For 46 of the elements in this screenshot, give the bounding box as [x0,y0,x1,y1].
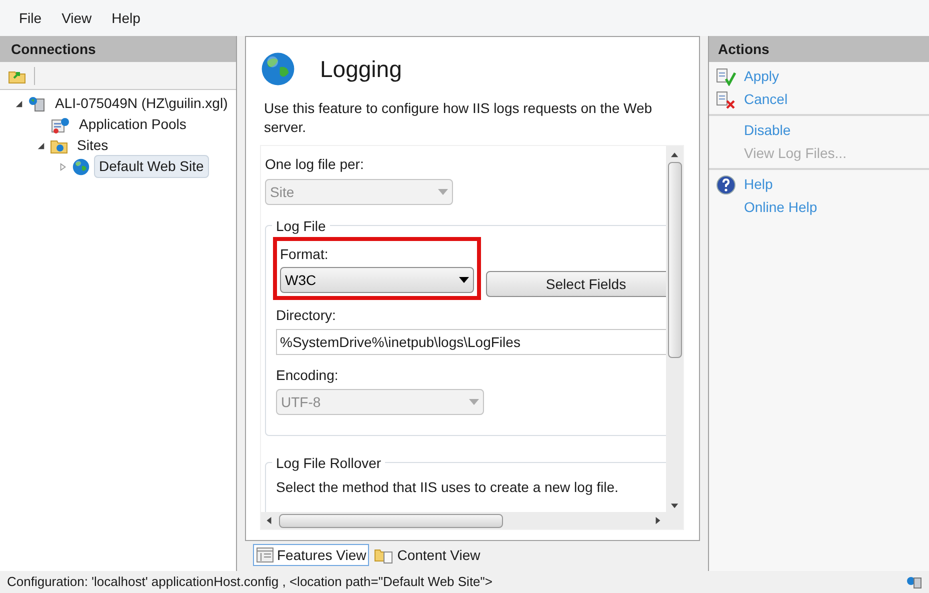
globe-icon [260,51,296,87]
field-label: Format: [280,245,330,264]
group-description: Select the method that IIS uses to create a new log file. [276,478,620,497]
globe-icon [72,158,90,176]
page-title: Logging [320,54,402,84]
scrollbar-thumb[interactable] [279,514,503,528]
caret-icon [459,277,469,283]
menu-item[interactable]: Help [112,8,140,28]
scrollbar-thumb[interactable] [668,162,682,358]
document-check-icon [716,68,736,86]
feature-description: Use this feature to configure how IIS logs requests on the Web server. [263,99,654,137]
collapse-icon[interactable] [15,100,23,108]
panel-header: Actions [709,36,929,62]
select-fields-button[interactable]: Select Fields [486,271,666,297]
menu-item[interactable]: View [62,8,92,28]
expand-icon[interactable] [59,162,67,170]
caret-icon [438,189,448,195]
status-text: Configuration: 'localhost' applicationHost.config , <location path="Default Web Site"> [7,573,492,592]
view-tab[interactable]: Features View [253,544,370,566]
horizontal-scrollbar[interactable] [261,512,666,529]
folder-icon [50,138,68,154]
caret-icon [469,399,479,405]
panel-header: Connections [0,36,236,62]
field-label: One log file per: [265,155,365,174]
scroll-right-icon[interactable] [654,516,662,524]
document-x-icon [716,90,736,108]
tree-item[interactable]: Application Pools [74,113,192,136]
pools-icon [50,116,70,134]
field-label: Directory: [276,306,337,325]
field-label: Encoding: [276,366,340,385]
tree-item[interactable]: Sites [72,134,114,157]
tree-item[interactable]: Default Web Site [94,155,209,178]
directory-field[interactable]: %SystemDrive%\inetpub\logs\LogFiles [276,329,666,355]
tree-item[interactable]: ALI-075049N (HZ\guilin.xgl) [50,92,233,115]
scroll-left-icon[interactable] [265,516,273,524]
view-tab[interactable]: Content View [371,544,484,566]
menu-item[interactable]: File [19,8,42,28]
server-icon [906,575,922,589]
server-icon [28,96,46,112]
help-icon [716,174,736,194]
vertical-scrollbar[interactable] [666,146,683,529]
scroll-up-icon[interactable] [670,150,678,158]
scroll-down-icon[interactable] [670,501,678,509]
dropdown[interactable]: W3C [280,267,474,293]
grid-view-icon [256,547,274,563]
collapse-icon[interactable] [37,142,45,150]
